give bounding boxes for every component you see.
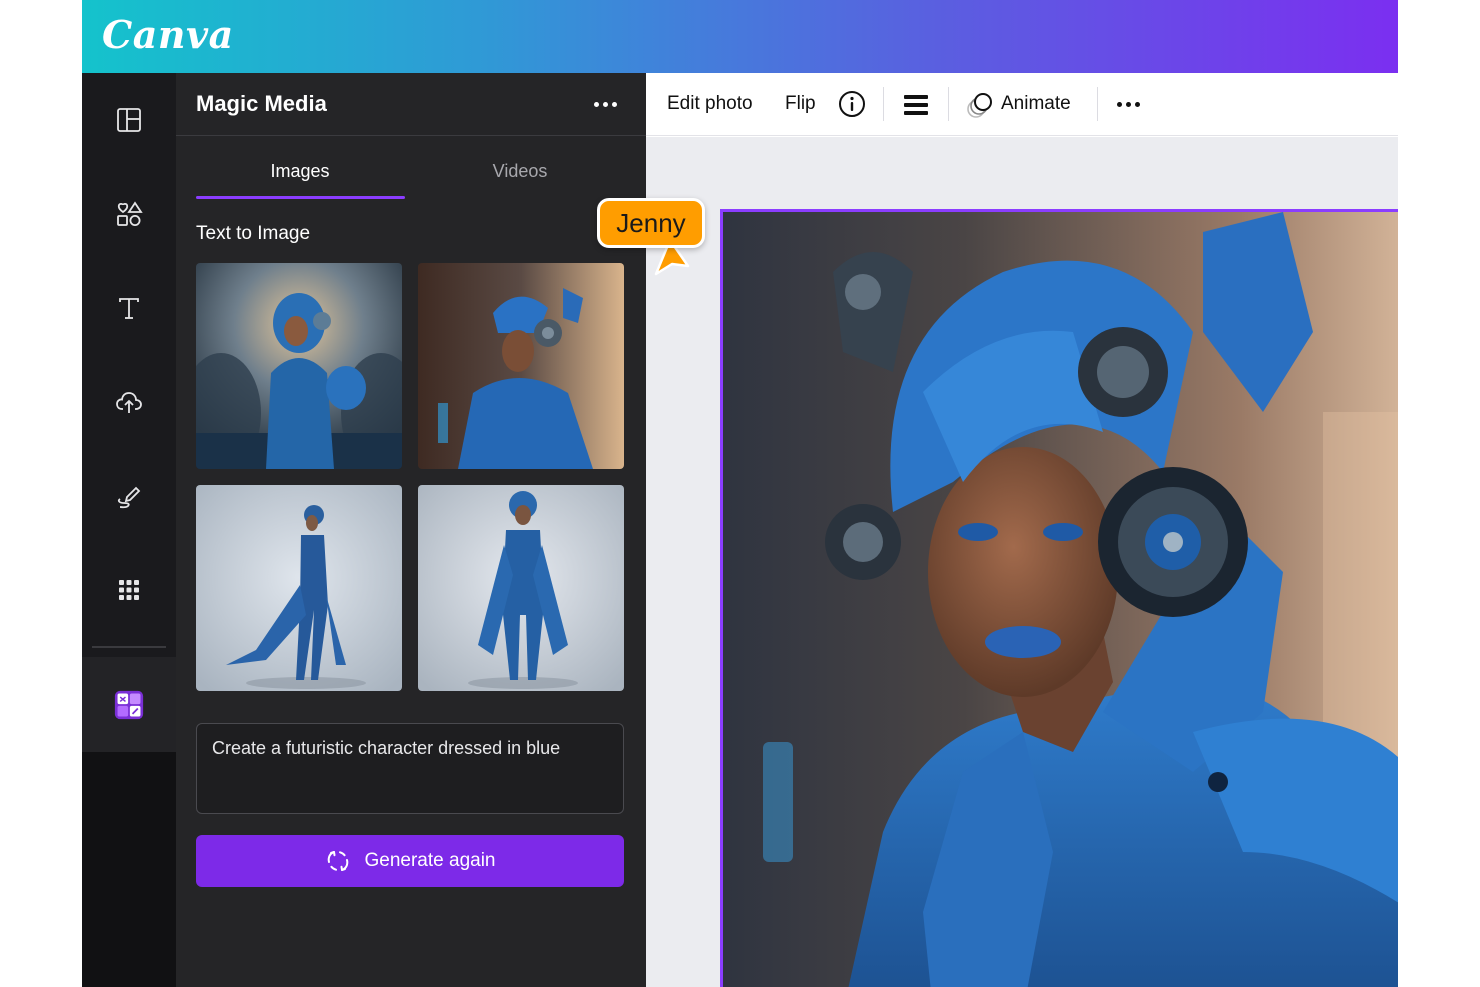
section-label: Text to Image bbox=[196, 223, 311, 244]
toolbar-divider bbox=[1097, 87, 1098, 121]
tab-videos[interactable]: Videos bbox=[416, 161, 624, 182]
refresh-icon bbox=[327, 851, 348, 871]
upload-cloud-icon bbox=[116, 392, 142, 413]
active-tab-indicator bbox=[196, 196, 405, 199]
rail-item-text[interactable] bbox=[109, 288, 149, 328]
text-icon bbox=[119, 298, 139, 319]
context-toolbar: Edit photo Flip Animate bbox=[646, 73, 1398, 136]
rail-item-uploads[interactable] bbox=[109, 382, 149, 422]
generated-image-4 bbox=[418, 485, 624, 691]
magic-media-app-icon bbox=[114, 690, 144, 720]
more-horizontal-icon[interactable] bbox=[588, 89, 624, 119]
apps-grid-icon bbox=[119, 580, 139, 600]
draw-icon bbox=[117, 486, 141, 509]
futuristic-character-image bbox=[723, 212, 1398, 987]
position-icon[interactable] bbox=[902, 92, 930, 118]
toolbar-divider bbox=[883, 87, 884, 121]
canva-editor: Canva Magic Media Images Videos Text to … bbox=[82, 0, 1398, 987]
animate-icon[interactable] bbox=[966, 90, 996, 120]
left-rail bbox=[82, 73, 176, 987]
rail-item-draw[interactable] bbox=[109, 476, 149, 516]
info-icon[interactable] bbox=[837, 89, 867, 119]
panel-divider bbox=[176, 135, 646, 136]
rail-item-apps[interactable] bbox=[109, 570, 149, 610]
layout-icon bbox=[117, 108, 141, 132]
generated-image-1 bbox=[196, 263, 402, 469]
selected-image-element[interactable] bbox=[720, 209, 1398, 987]
canva-logo[interactable]: Canva bbox=[102, 12, 234, 57]
generated-image-3 bbox=[196, 485, 402, 691]
magic-media-panel: Magic Media Images Videos Text to Image bbox=[176, 73, 646, 987]
collaborator-name-tag: Jenny bbox=[597, 198, 705, 248]
generate-again-button[interactable]: Generate again bbox=[196, 835, 624, 887]
generate-button-label: Generate again bbox=[364, 850, 496, 871]
animate-button[interactable]: Animate bbox=[1001, 93, 1071, 115]
elements-icon bbox=[117, 201, 143, 226]
rail-item-magic-media[interactable] bbox=[109, 685, 149, 725]
edit-photo-button[interactable]: Edit photo bbox=[667, 93, 753, 115]
top-header-bar: Canva bbox=[82, 0, 1398, 73]
prompt-input[interactable]: Create a futuristic character dressed in… bbox=[196, 723, 624, 814]
result-thumbnail-3[interactable] bbox=[196, 485, 402, 691]
result-thumbnail-4[interactable] bbox=[418, 485, 624, 691]
panel-title: Magic Media bbox=[196, 91, 327, 116]
more-horizontal-icon[interactable] bbox=[1115, 95, 1145, 113]
toolbar-divider bbox=[948, 87, 949, 121]
result-thumbnail-1[interactable] bbox=[196, 263, 402, 469]
generated-image-2 bbox=[418, 263, 624, 469]
design-canvas bbox=[646, 137, 1398, 987]
rail-item-design[interactable] bbox=[109, 100, 149, 140]
rail-divider bbox=[92, 646, 166, 648]
tab-images[interactable]: Images bbox=[196, 161, 404, 182]
result-thumbnail-2[interactable] bbox=[418, 263, 624, 469]
rail-item-elements[interactable] bbox=[109, 194, 149, 234]
flip-button[interactable]: Flip bbox=[785, 93, 816, 115]
